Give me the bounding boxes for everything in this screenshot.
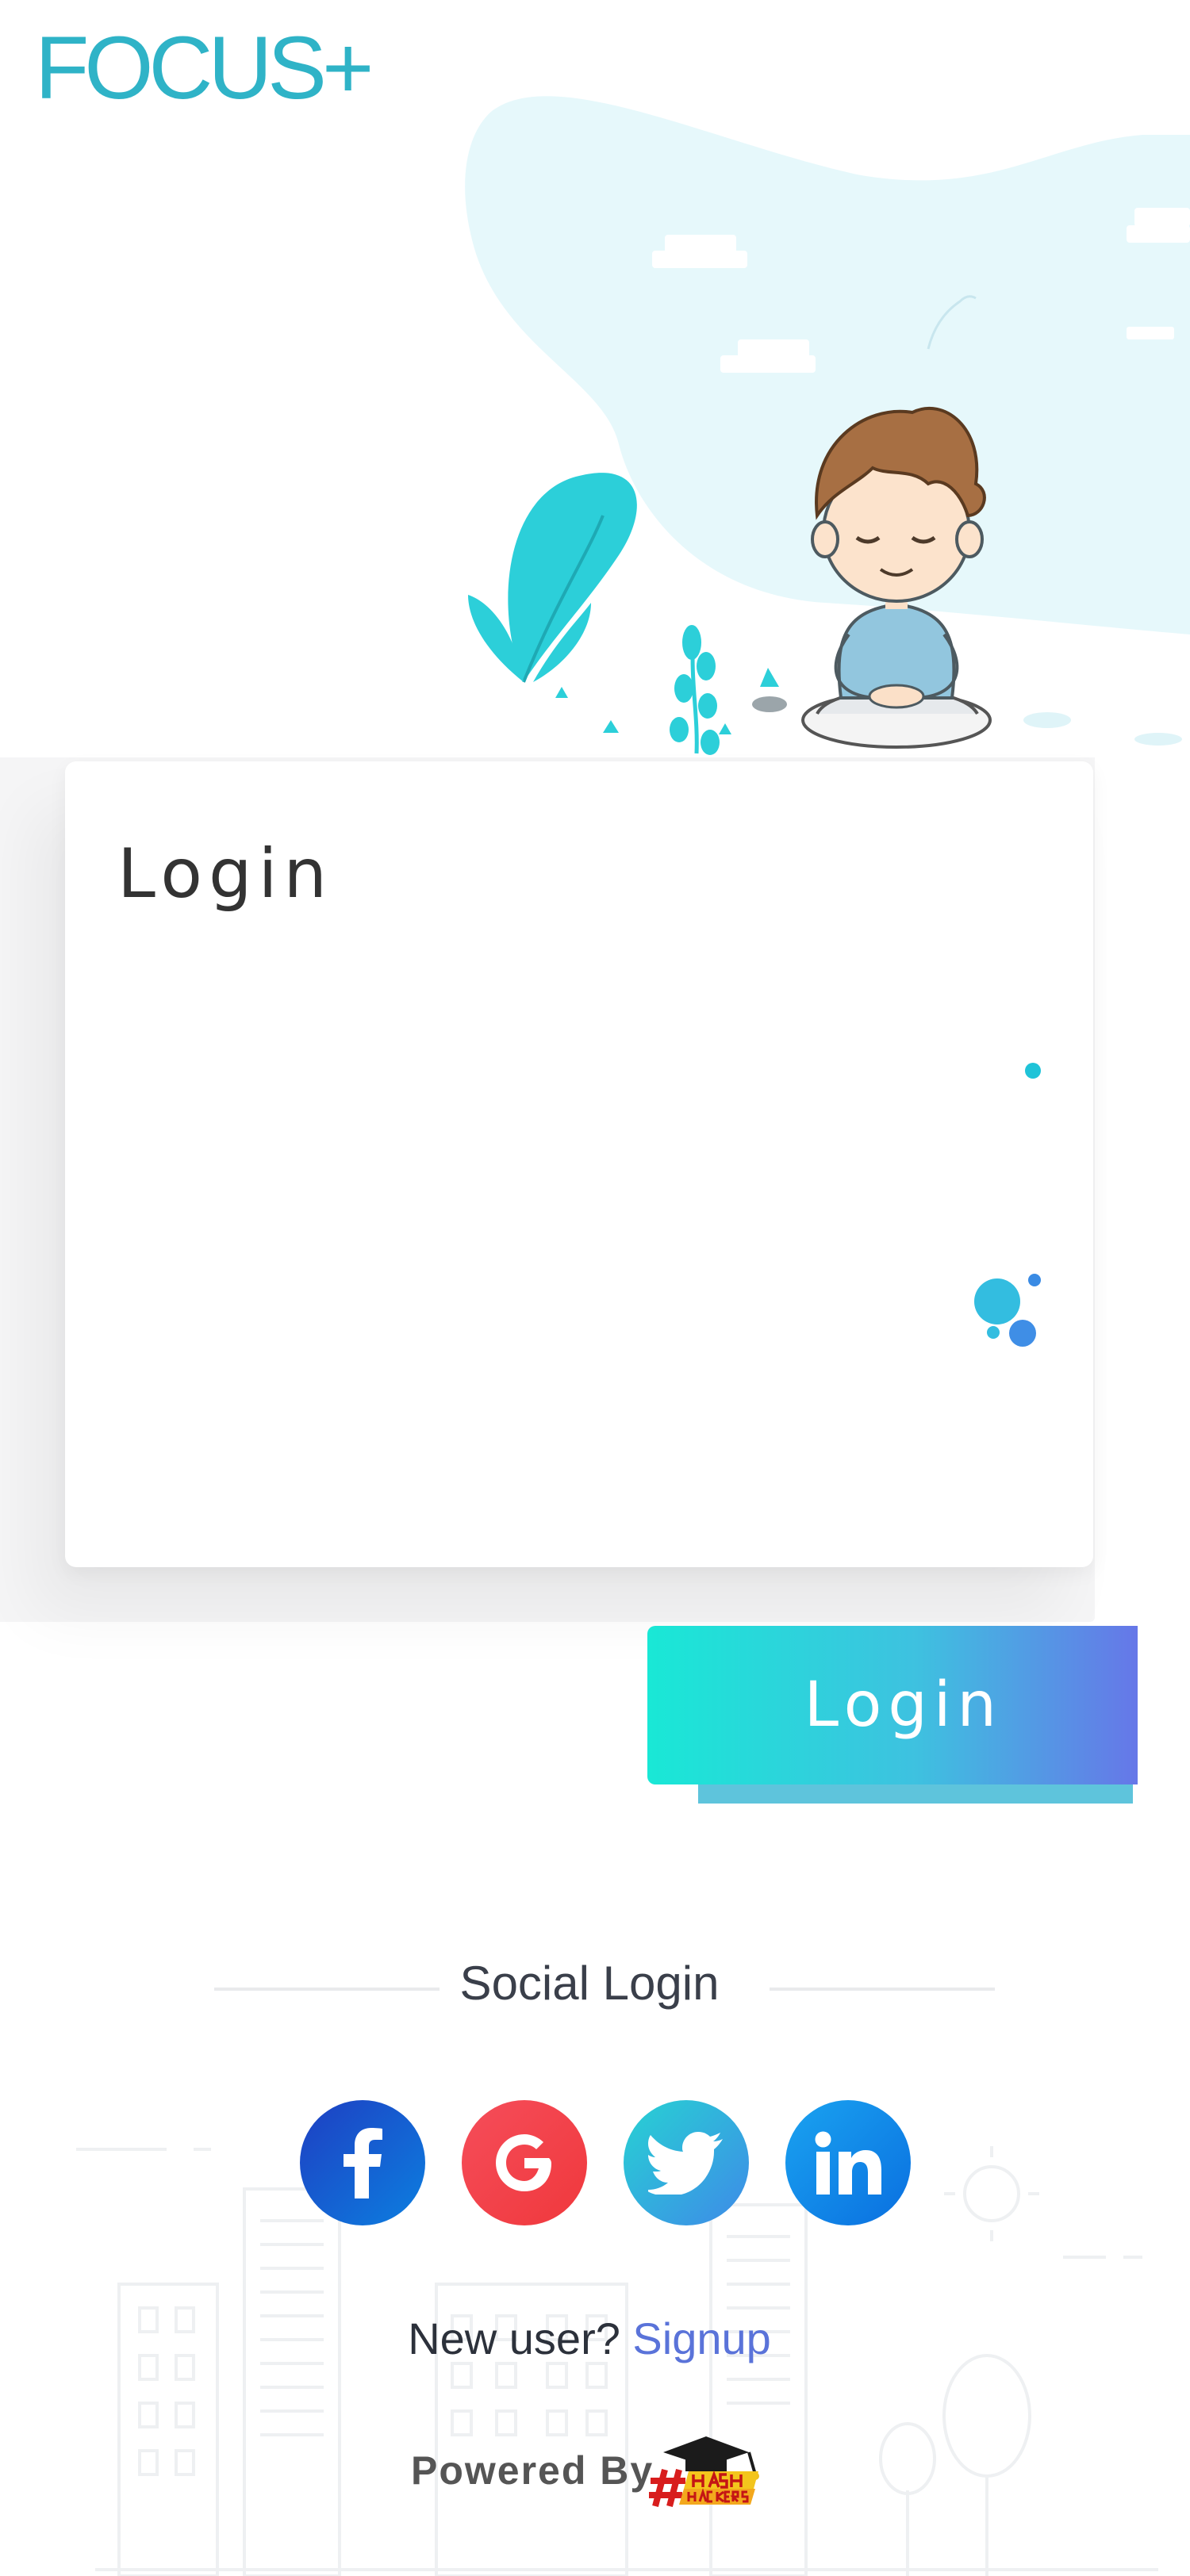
hash-hackers-logo — [649, 2436, 759, 2508]
decorative-dot — [1028, 1274, 1041, 1286]
decorative-dot — [974, 1278, 1020, 1324]
twitter-icon — [648, 2132, 723, 2195]
facebook-login-button[interactable] — [300, 2100, 425, 2225]
app-logo: FOCUS+ — [35, 18, 374, 117]
twitter-login-button[interactable] — [624, 2100, 749, 2225]
new-user-prompt: New user? Signup — [0, 2313, 1179, 2364]
social-login-title: Social Login — [459, 1957, 720, 2010]
leaf-plant — [468, 473, 637, 698]
google-icon — [496, 2134, 551, 2191]
sprout-plant — [670, 625, 720, 755]
decorative-dot — [1009, 1320, 1036, 1347]
login-card-title: Login — [117, 834, 334, 914]
linkedin-login-button[interactable] — [785, 2100, 911, 2225]
new-user-text: New user? — [408, 2313, 620, 2363]
facebook-icon — [344, 2128, 382, 2198]
login-button[interactable]: Login — [647, 1626, 1138, 1784]
signup-link[interactable]: Signup — [632, 2313, 770, 2363]
google-login-button[interactable] — [462, 2100, 587, 2225]
linkedin-icon — [815, 2131, 881, 2195]
powered-by-label: Powered By — [411, 2448, 654, 2493]
decorative-dot — [987, 1326, 1000, 1339]
decorative-dot — [1025, 1063, 1041, 1079]
